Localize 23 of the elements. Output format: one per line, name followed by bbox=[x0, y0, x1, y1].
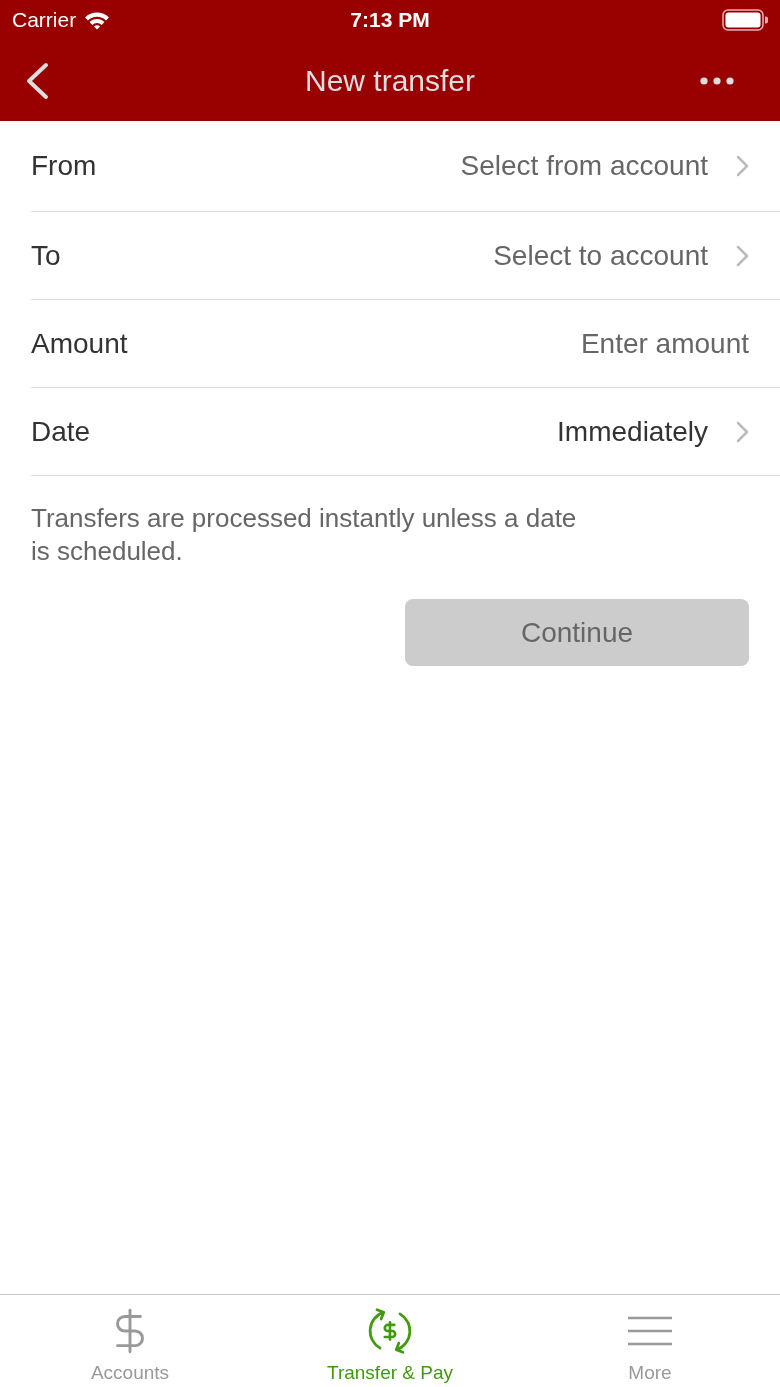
info-text: Transfers are processed instantly unless a date is scheduled. bbox=[30, 502, 578, 568]
account-selector[interactable]: Select to account bbox=[493, 239, 749, 272]
date-selector[interactable]: Immediately bbox=[557, 415, 749, 448]
tab-bar-item[interactable]: Transfer & Pay bbox=[260, 1295, 520, 1387]
chevron-right-icon bbox=[736, 420, 749, 443]
battery-icon bbox=[722, 9, 768, 31]
wifi-icon bbox=[84, 10, 111, 30]
screen-title: New transfer bbox=[303, 63, 477, 98]
field-label: Date bbox=[31, 415, 91, 448]
more-options-icon[interactable] bbox=[700, 76, 734, 85]
menu-icon bbox=[627, 1316, 673, 1346]
field-label: To bbox=[31, 239, 61, 272]
chevron-right-icon bbox=[736, 155, 749, 177]
field-label: From bbox=[31, 150, 97, 182]
carrier-label: Carrier bbox=[12, 8, 77, 32]
field-label: Amount bbox=[31, 327, 128, 360]
status-time: 7:13 PM bbox=[350, 8, 430, 32]
account-selector[interactable]: Select from account bbox=[460, 150, 749, 182]
chevron-right-icon bbox=[736, 244, 749, 267]
back-icon[interactable] bbox=[25, 61, 49, 100]
tab-bar-item[interactable]: Accounts bbox=[0, 1295, 260, 1387]
tab-bar-item[interactable]: More bbox=[520, 1295, 780, 1387]
amount-field[interactable]: Enter amount bbox=[429, 327, 749, 360]
